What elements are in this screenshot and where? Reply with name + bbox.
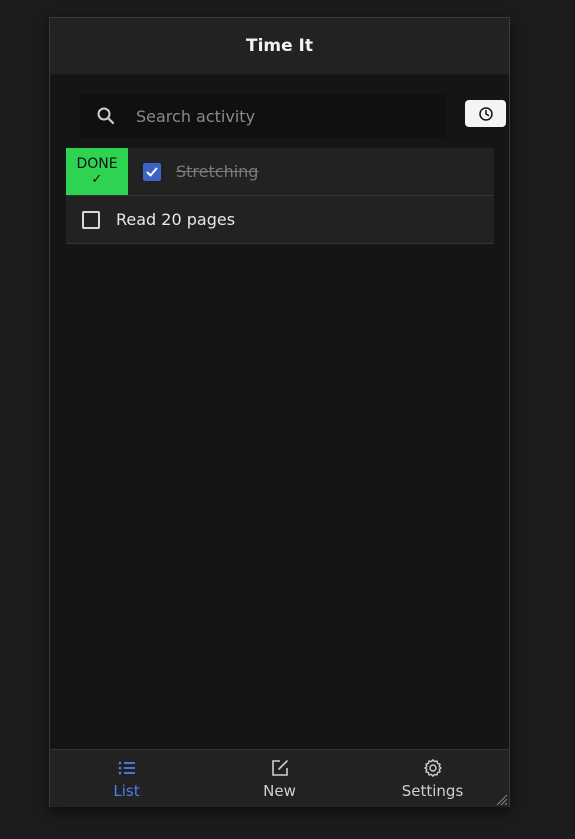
- nav-list[interactable]: List: [50, 750, 203, 807]
- bottom-navigation: List New Settings: [50, 749, 509, 807]
- activity-name: Read 20 pages: [116, 210, 236, 229]
- search-bar[interactable]: [80, 94, 446, 138]
- done-badge-label: DONE: [76, 155, 118, 172]
- gear-icon: [423, 758, 443, 778]
- activity-row-read[interactable]: Read 20 pages: [66, 196, 494, 244]
- done-badge[interactable]: DONE ✓: [66, 148, 128, 195]
- activity-name: Stretching: [176, 162, 259, 181]
- search-icon: [96, 106, 116, 126]
- history-button[interactable]: [465, 100, 506, 127]
- activity-checkbox-unchecked[interactable]: [82, 210, 100, 229]
- checkmark-icon: ✓: [91, 171, 103, 187]
- list-icon: [117, 758, 137, 778]
- search-input[interactable]: [134, 105, 446, 127]
- nav-new-label: New: [263, 781, 296, 800]
- nav-settings-label: Settings: [401, 781, 464, 800]
- nav-list-label: List: [113, 781, 140, 800]
- app-window: Time It DONE ✓: [49, 17, 510, 807]
- activity-checkbox-checked[interactable]: [143, 162, 161, 181]
- check-icon: [146, 167, 158, 176]
- title-bar: Time It: [50, 18, 509, 75]
- clock-icon: [478, 106, 494, 122]
- nav-new[interactable]: New: [203, 750, 356, 807]
- activity-list: DONE ✓ Stretching Read 20 pages: [66, 148, 494, 244]
- edit-icon: [270, 758, 290, 778]
- app-title: Time It: [245, 36, 314, 56]
- activity-row-stretching[interactable]: DONE ✓ Stretching: [66, 148, 494, 196]
- nav-settings[interactable]: Settings: [356, 750, 509, 807]
- resize-handle-icon[interactable]: [494, 791, 508, 806]
